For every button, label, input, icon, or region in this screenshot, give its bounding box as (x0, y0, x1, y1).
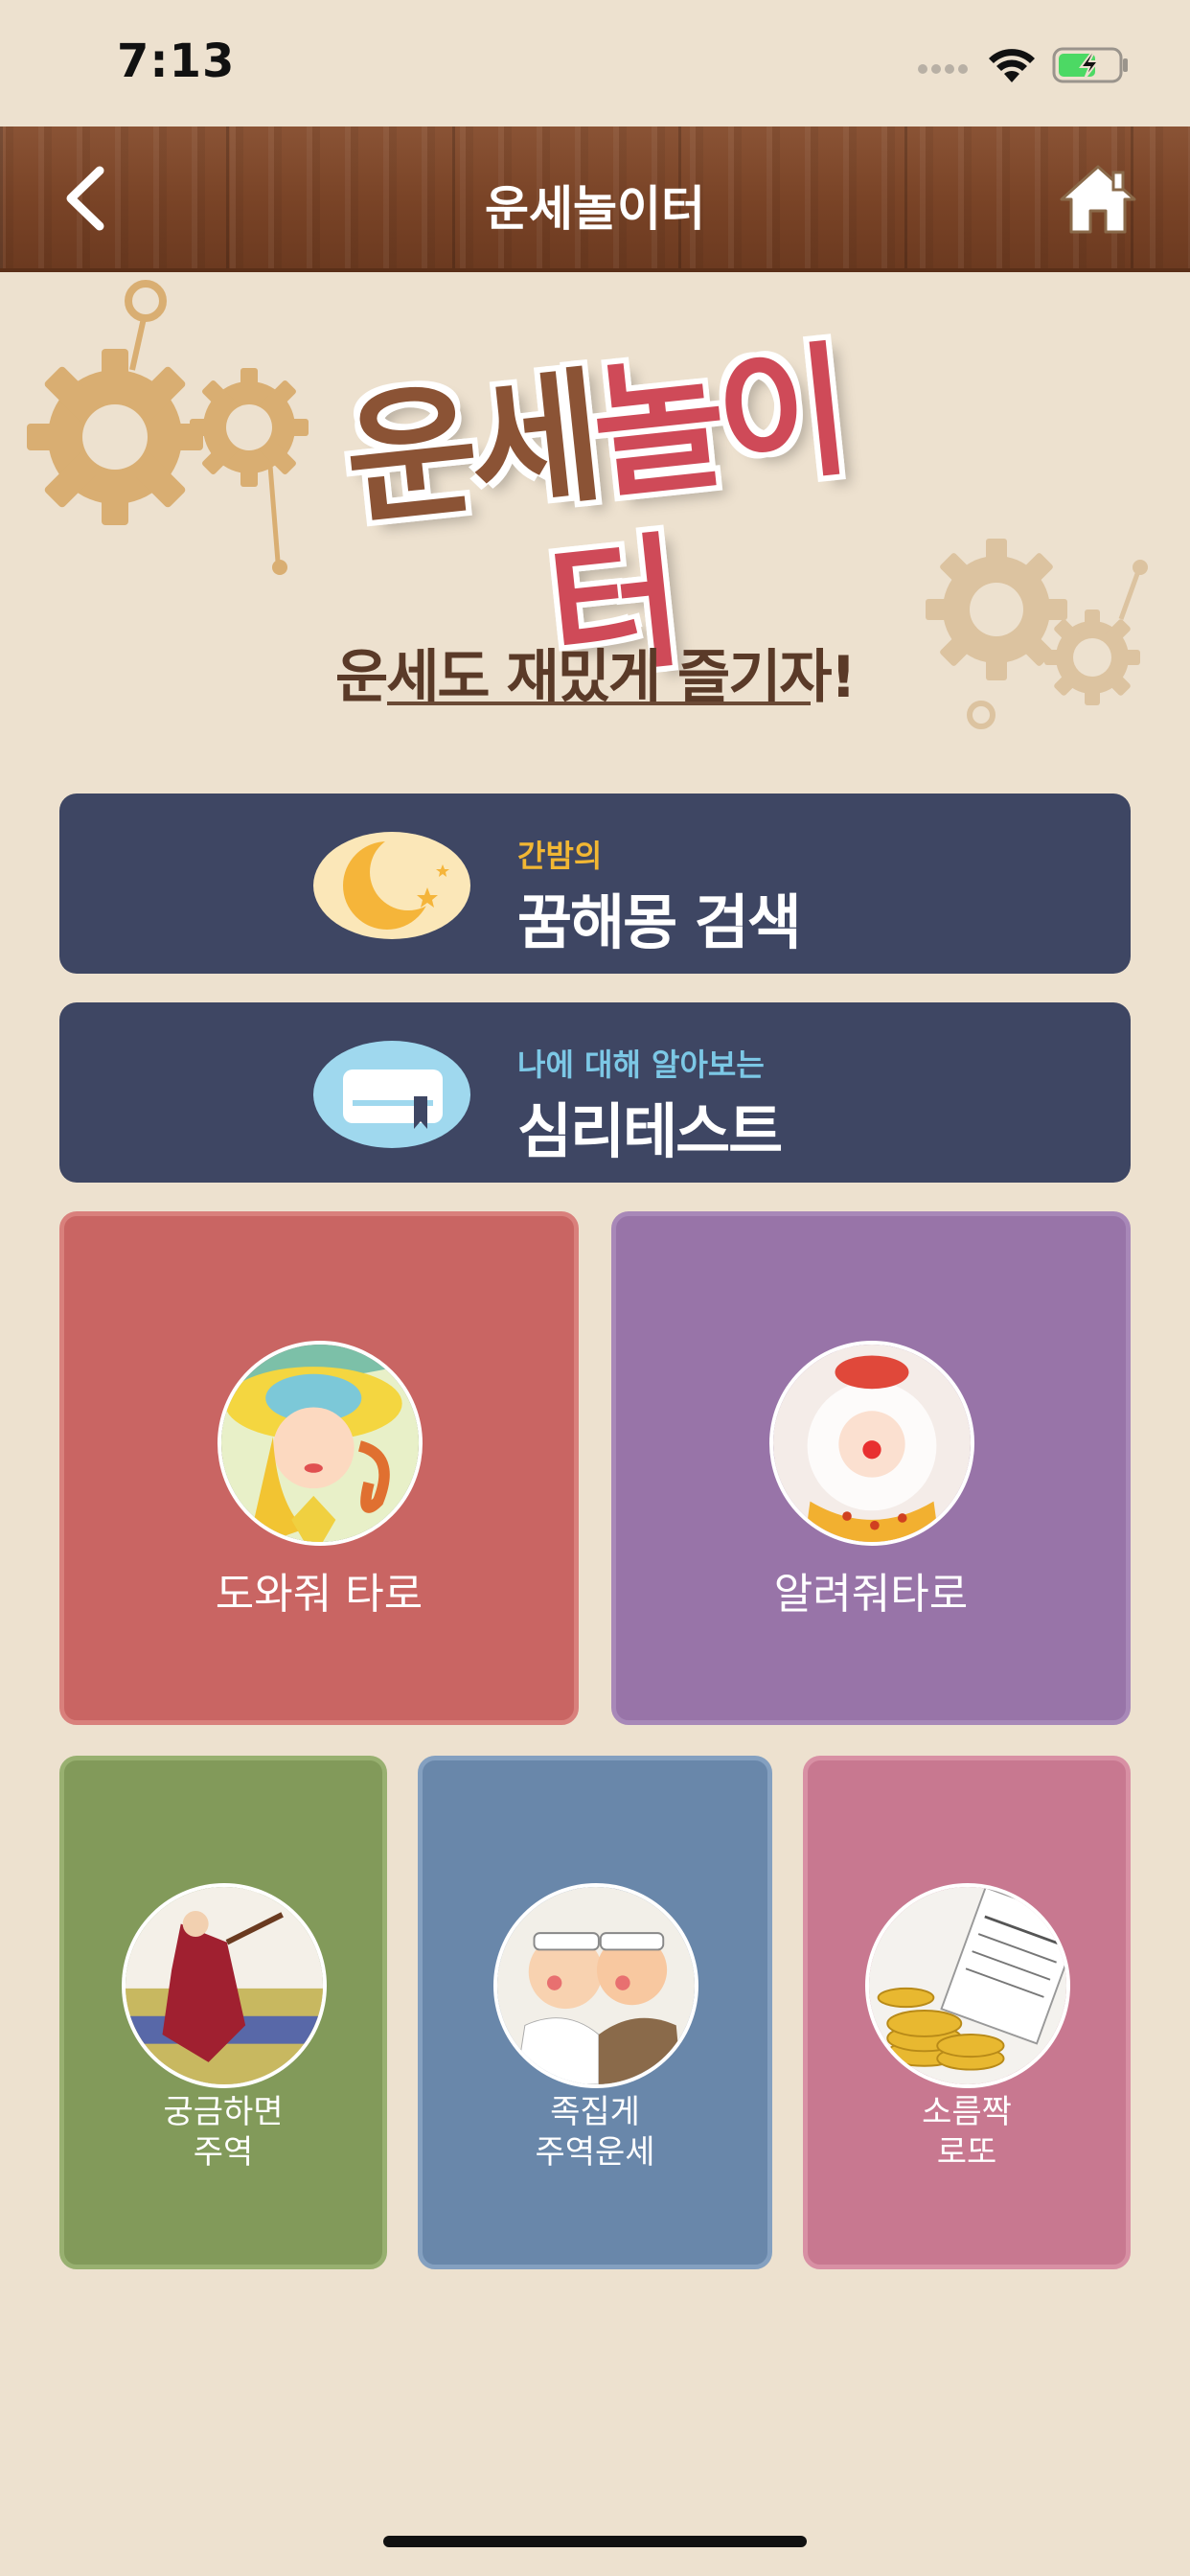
wifi-icon (989, 49, 1035, 82)
tagline-underline (387, 702, 811, 705)
juyeok-card[interactable]: 궁금하면 주역 (59, 1756, 387, 2269)
tarot-girl-avatar-icon (217, 1341, 423, 1546)
tarot-tell-label: 알려줘타로 (773, 1570, 969, 1619)
moon-icon (313, 832, 470, 939)
navigation-bar: 운세놀이터 (0, 126, 1190, 272)
tarot-tell-card[interactable]: 알려줘타로 (611, 1211, 1131, 1725)
jokjip-label: 족집게 주역운세 (535, 2093, 655, 2172)
clown-avatar-icon (769, 1341, 974, 1546)
dream-button-label: 꿈해몽 검색 (517, 887, 802, 957)
home-indicator[interactable] (383, 2536, 807, 2547)
status-time: 7:13 (117, 34, 236, 88)
jokjip-card[interactable]: 족집게 주역운세 (418, 1756, 772, 2269)
psych-button-label: 심리테스트 (517, 1096, 783, 1166)
dream-button-subtitle: 간밤의 (517, 838, 603, 874)
juyeok-label: 궁금하면 주역 (163, 2093, 284, 2172)
psych-button-subtitle: 나에 대해 알아보는 (517, 1046, 765, 1083)
psychology-test-button[interactable]: 나에 대해 알아보는 심리테스트 (59, 1002, 1131, 1183)
coins-lotto-avatar-icon (865, 1883, 1070, 2088)
dream-interpretation-button[interactable]: 간밤의 꿈해몽 검색 (59, 794, 1131, 974)
cellular-signal-icon (918, 59, 973, 75)
status-bar: 7:13 (0, 0, 1190, 126)
battery-charging-icon (1052, 47, 1128, 83)
tarot-help-label: 도와줘 타로 (215, 1570, 423, 1619)
app-logo: 운세놀이터 (337, 328, 851, 699)
two-men-avatar-icon (493, 1883, 698, 2088)
lotto-label: 소름짝 로또 (922, 2093, 1012, 2172)
home-icon[interactable] (1058, 159, 1138, 240)
dancer-avatar-icon (122, 1883, 327, 2088)
gears-decoration-icon (27, 280, 309, 575)
banner: 운세놀이터 운세도 재밌게 즐기자! (0, 274, 1190, 772)
tarot-help-card[interactable]: 도와줘 타로 (59, 1211, 579, 1725)
book-icon (313, 1041, 470, 1148)
page-title: 운세놀이터 (485, 181, 705, 237)
lotto-card[interactable]: 소름짝 로또 (803, 1756, 1131, 2269)
